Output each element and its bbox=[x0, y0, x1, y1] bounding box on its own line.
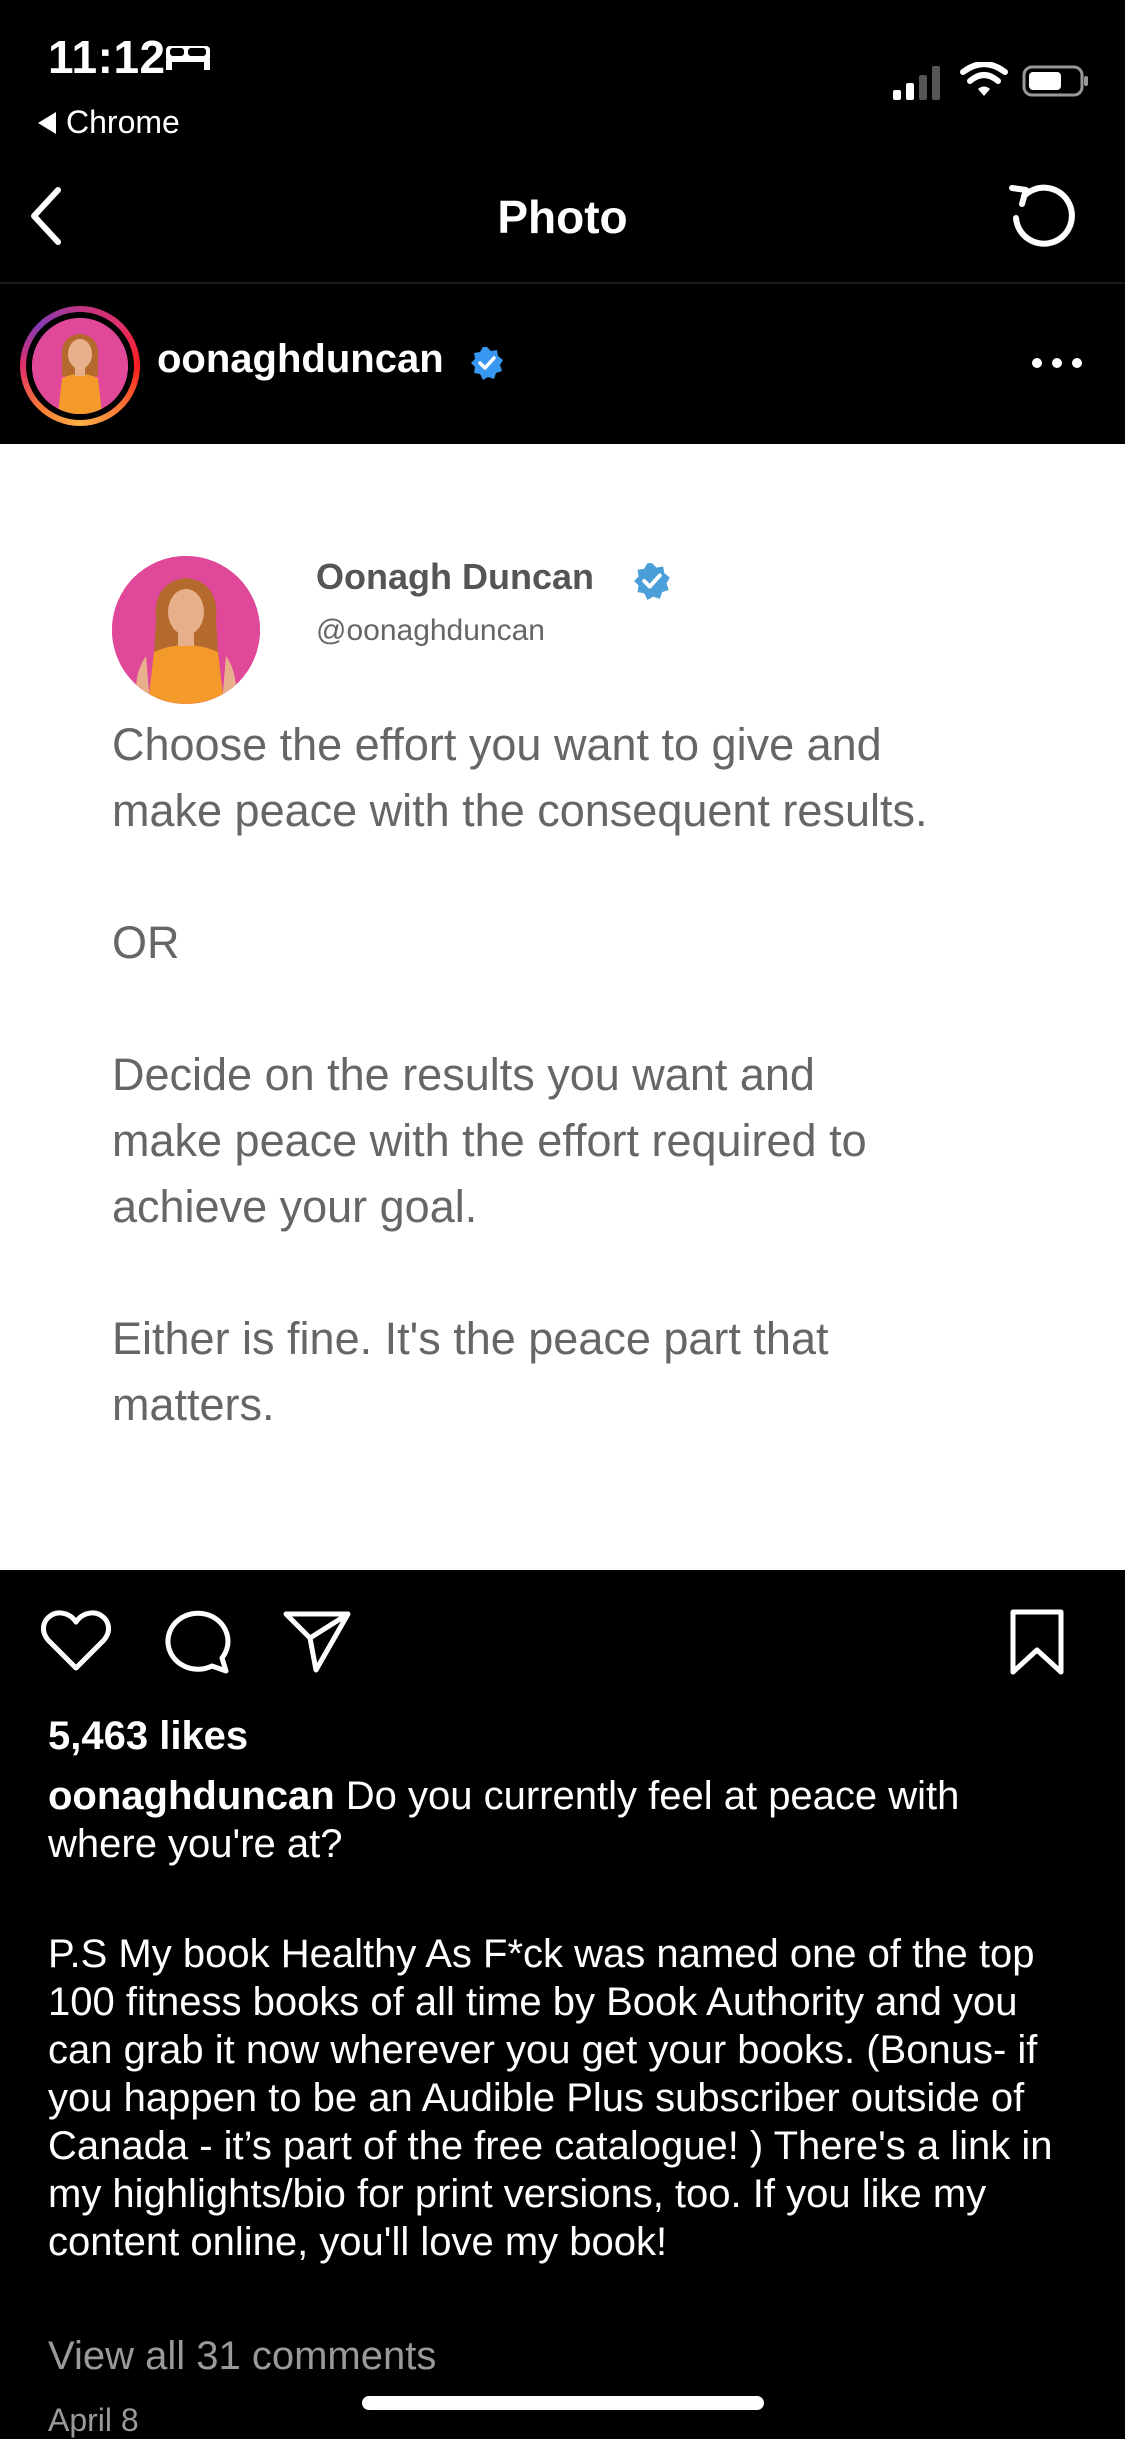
back-triangle-icon bbox=[38, 111, 56, 134]
nav-divider bbox=[0, 282, 1125, 284]
refresh-icon[interactable] bbox=[1004, 178, 1080, 254]
post-username[interactable]: oonaghduncan bbox=[157, 337, 444, 382]
signal-icon bbox=[893, 66, 940, 100]
tweet-text: Choose the effort you want to give and m… bbox=[112, 719, 928, 1430]
tweet-author-name: Oonagh Duncan bbox=[316, 556, 594, 597]
caption-username[interactable]: oonaghduncan bbox=[48, 1774, 335, 1818]
share-icon[interactable] bbox=[282, 1608, 352, 1674]
bed-icon bbox=[166, 46, 210, 70]
page-title: Photo bbox=[497, 191, 628, 243]
back-app-label: Chrome bbox=[66, 104, 180, 140]
heart-icon[interactable] bbox=[40, 1608, 112, 1672]
avatar-image bbox=[32, 318, 128, 414]
bookmark-icon[interactable] bbox=[1008, 1608, 1066, 1676]
tweet-handle: @oonaghduncan bbox=[316, 614, 545, 647]
battery-icon bbox=[1022, 65, 1088, 97]
post-date: April 8 bbox=[48, 2402, 139, 2438]
caption-ps-text: P.S My book Healthy As F*ck was named on… bbox=[48, 1932, 1053, 2264]
more-dots-icon[interactable] bbox=[1030, 352, 1084, 374]
verified-badge-icon bbox=[471, 347, 503, 380]
likes-count[interactable]: 5,463 likes bbox=[48, 1714, 248, 1759]
tweet-avatar-image bbox=[112, 556, 260, 704]
caption: oonaghduncan Do you currently feel at pe… bbox=[48, 1772, 1078, 1868]
avatar[interactable] bbox=[32, 318, 128, 414]
wifi-icon bbox=[960, 62, 1008, 96]
status-time: 11:12 bbox=[48, 31, 166, 83]
view-comments-link[interactable]: View all 31 comments bbox=[48, 2334, 436, 2379]
back-to-chrome[interactable]: Chrome bbox=[38, 104, 180, 141]
comment-icon[interactable] bbox=[162, 1608, 232, 1674]
tweet-verified-icon bbox=[634, 563, 670, 600]
tweet-avatar bbox=[112, 556, 260, 704]
home-indicator[interactable] bbox=[362, 2396, 764, 2410]
